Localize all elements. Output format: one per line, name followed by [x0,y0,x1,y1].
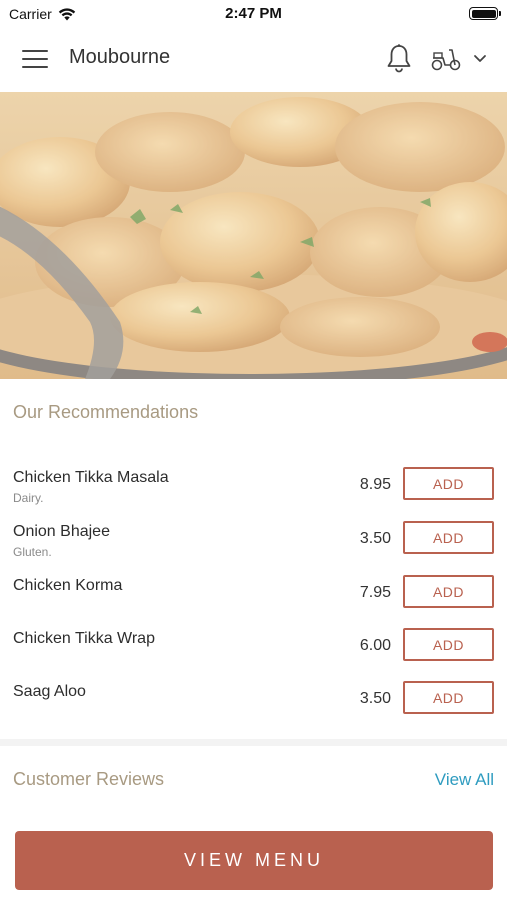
item-price: 3.50 [359,530,391,547]
item-name: Chicken Tikka Masala [13,469,169,486]
item-price: 8.95 [359,476,391,493]
menu-item: Chicken Korma 7.95 ADD [0,575,507,627]
item-price: 6.00 [359,637,391,654]
recommendations-title: Our Recommendations [13,402,199,422]
add-button[interactable]: ADD [403,467,494,500]
page-title: Moubourne [69,46,171,68]
battery-icon [469,7,501,20]
chevron-down-icon[interactable] [472,53,488,65]
menu-item: Chicken Tikka Masala Dairy. 8.95 ADD [0,467,507,519]
menu-item: Saag Aloo 3.50 ADD [0,681,507,733]
status-bar: Carrier 2:47 PM [0,0,507,28]
scooter-icon[interactable] [430,46,462,72]
add-button[interactable]: ADD [403,628,494,661]
item-price: 3.50 [359,690,391,707]
add-button[interactable]: ADD [403,681,494,714]
menu-item: Chicken Tikka Wrap 6.00 ADD [0,628,507,680]
view-menu-button[interactable]: VIEW MENU [15,831,493,890]
section-divider [0,739,507,746]
add-button[interactable]: ADD [403,521,494,554]
item-price: 7.95 [359,584,391,601]
item-tag: Gluten. [13,545,52,559]
menu-icon[interactable] [22,50,48,70]
view-all-link[interactable]: View All [435,770,494,790]
status-time: 2:47 PM [225,5,282,22]
menu-item: Onion Bhajee Gluten. 3.50 ADD [0,521,507,573]
hero-food-image [0,92,507,379]
item-name: Saag Aloo [13,683,86,700]
bell-icon[interactable] [385,43,413,75]
item-name: Chicken Tikka Wrap [13,630,155,647]
item-name: Onion Bhajee [13,523,110,540]
item-name: Chicken Korma [13,577,123,594]
item-tag: Dairy. [13,491,44,505]
add-button[interactable]: ADD [403,575,494,608]
reviews-title: Customer Reviews [13,769,165,789]
app-header: Moubourne [0,28,507,92]
